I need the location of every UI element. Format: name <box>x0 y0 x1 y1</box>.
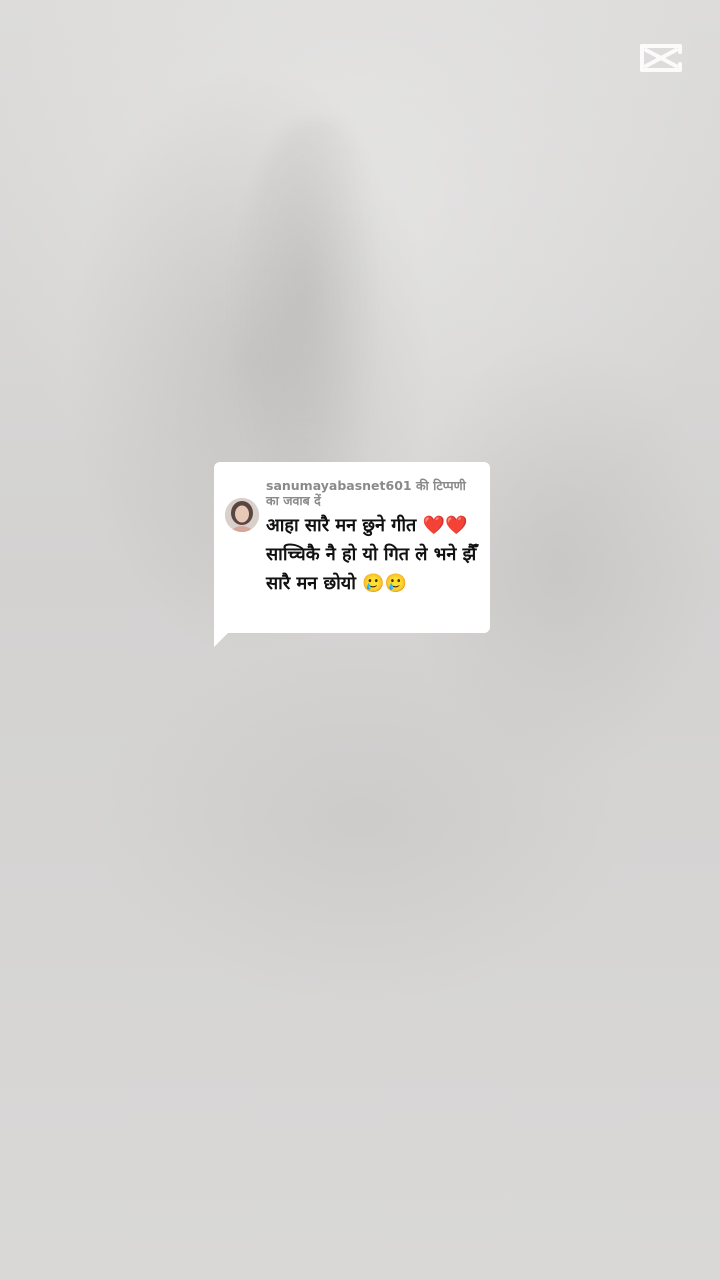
comment-text: आहा सारै मन छुने गीत ❤️❤️ साच्चिकै नै हो… <box>266 515 477 594</box>
comment-reply-card: sanumayabasnet601 की टिप्पणी का जवाब दें… <box>214 462 490 633</box>
capcut-logo-icon <box>640 44 682 72</box>
comment-card-tail <box>214 627 234 647</box>
reply-header-text: sanumayabasnet601 की टिप्पणी का जवाब दें <box>266 478 466 508</box>
video-background <box>0 0 720 1280</box>
user-avatar <box>225 498 259 532</box>
